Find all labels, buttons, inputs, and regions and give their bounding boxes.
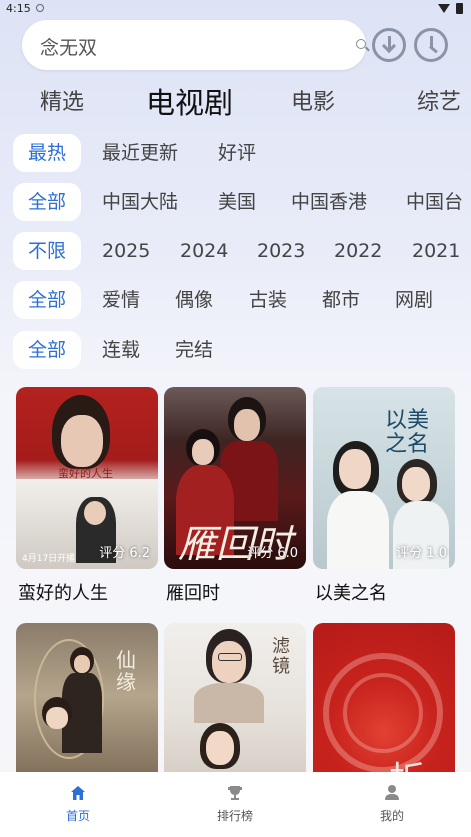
filter-year-2022[interactable]: 2022	[334, 232, 382, 270]
tab-variety[interactable]: 综艺	[417, 84, 461, 116]
filter-region-us[interactable]: 美国	[218, 183, 256, 221]
filter-genre-idol[interactable]: 偶像	[175, 281, 213, 319]
filter-sort-hot[interactable]: 最热	[13, 134, 82, 172]
tab-tv-series[interactable]: 电视剧	[146, 80, 233, 122]
bottom-nav: 首页 排行榜 我的	[0, 772, 471, 837]
filter-genre-costume[interactable]: 古装	[249, 281, 287, 319]
search-input[interactable]: 念无双	[40, 33, 97, 60]
poster-title-text: 仙缘	[116, 648, 136, 694]
filter-genre-romance[interactable]: 爱情	[102, 281, 140, 319]
category-tabs: 精选 电视剧 电影 综艺	[0, 80, 471, 120]
filter-sort-row: 最热 最近更新 好评	[0, 134, 471, 172]
poster-image[interactable]: 以美之名 评分 1.0	[313, 387, 455, 569]
history-icon[interactable]	[414, 28, 448, 62]
filter-genre-all[interactable]: 全部	[13, 281, 82, 319]
filter-year-2023[interactable]: 2023	[257, 232, 305, 270]
filter-genre-row: 全部 爱情 偶像 古装 都市 网剧	[0, 281, 471, 319]
status-bar: 4:15	[0, 0, 471, 18]
wifi-icon	[438, 4, 450, 13]
filter-genre-urban[interactable]: 都市	[322, 281, 360, 319]
filter-year-2025[interactable]: 2025	[102, 232, 150, 270]
nav-mine-label: 我的	[379, 809, 404, 823]
filter-status-ongoing[interactable]: 连载	[102, 331, 140, 369]
filter-sort-rating[interactable]: 好评	[218, 134, 256, 172]
nav-ranking-label: 排行榜	[216, 809, 253, 823]
poster-title-text: 以美之名	[385, 408, 430, 457]
score-badge: 评分 6.0	[247, 546, 298, 561]
search-icon[interactable]	[356, 39, 366, 49]
nav-home-label: 首页	[65, 809, 90, 823]
filter-year-2021[interactable]: 2021	[412, 232, 460, 270]
filter-region-mainland[interactable]: 中国大陆	[102, 183, 178, 221]
filter-status-finished[interactable]: 完结	[175, 331, 213, 369]
poster-image[interactable]: 蛮好的人生 4月17日开播 评分 6.2	[16, 387, 158, 569]
trophy-icon[interactable]	[227, 784, 243, 802]
poster-date-text: 4月17日开播	[22, 554, 76, 564]
drama-title[interactable]: 雁回时	[166, 579, 220, 605]
poster-image[interactable]: 雁回时 评分 6.0	[164, 387, 306, 569]
filter-year-2024[interactable]: 2024	[180, 232, 228, 270]
drama-title[interactable]: 以美之名	[315, 579, 387, 605]
drama-title[interactable]: 蛮好的人生	[18, 579, 108, 605]
filter-status-all[interactable]: 全部	[13, 331, 82, 369]
score-badge: 评分 6.2	[99, 546, 150, 561]
home-icon[interactable]	[70, 784, 86, 802]
tab-movies[interactable]: 电影	[291, 84, 335, 116]
status-time: 4:15	[6, 2, 31, 15]
poster-title-text: 滤镜	[272, 636, 290, 677]
download-icon[interactable]	[372, 28, 406, 62]
filter-year-row: 不限 2025 2024 2023 2022 2021	[0, 232, 471, 270]
filter-region-row: 全部 中国大陆 美国 中国香港 中国台	[0, 183, 471, 221]
battery-icon	[456, 3, 463, 14]
notification-icon	[36, 4, 44, 12]
filter-genre-web[interactable]: 网剧	[395, 281, 433, 319]
search-bar[interactable]: 念无双	[22, 20, 366, 70]
tab-featured[interactable]: 精选	[40, 84, 84, 116]
poster-title-text: 蛮好的人生	[58, 467, 113, 480]
filter-status-row: 全部 连载 完结	[0, 331, 471, 369]
filter-region-tw[interactable]: 中国台	[406, 183, 463, 221]
filter-region-hk[interactable]: 中国香港	[291, 183, 367, 221]
filter-region-all[interactable]: 全部	[13, 183, 82, 221]
filter-year-any[interactable]: 不限	[13, 232, 82, 270]
score-badge: 评分 1.0	[396, 546, 447, 561]
user-icon[interactable]	[384, 784, 400, 802]
filter-sort-recent[interactable]: 最近更新	[102, 134, 178, 172]
